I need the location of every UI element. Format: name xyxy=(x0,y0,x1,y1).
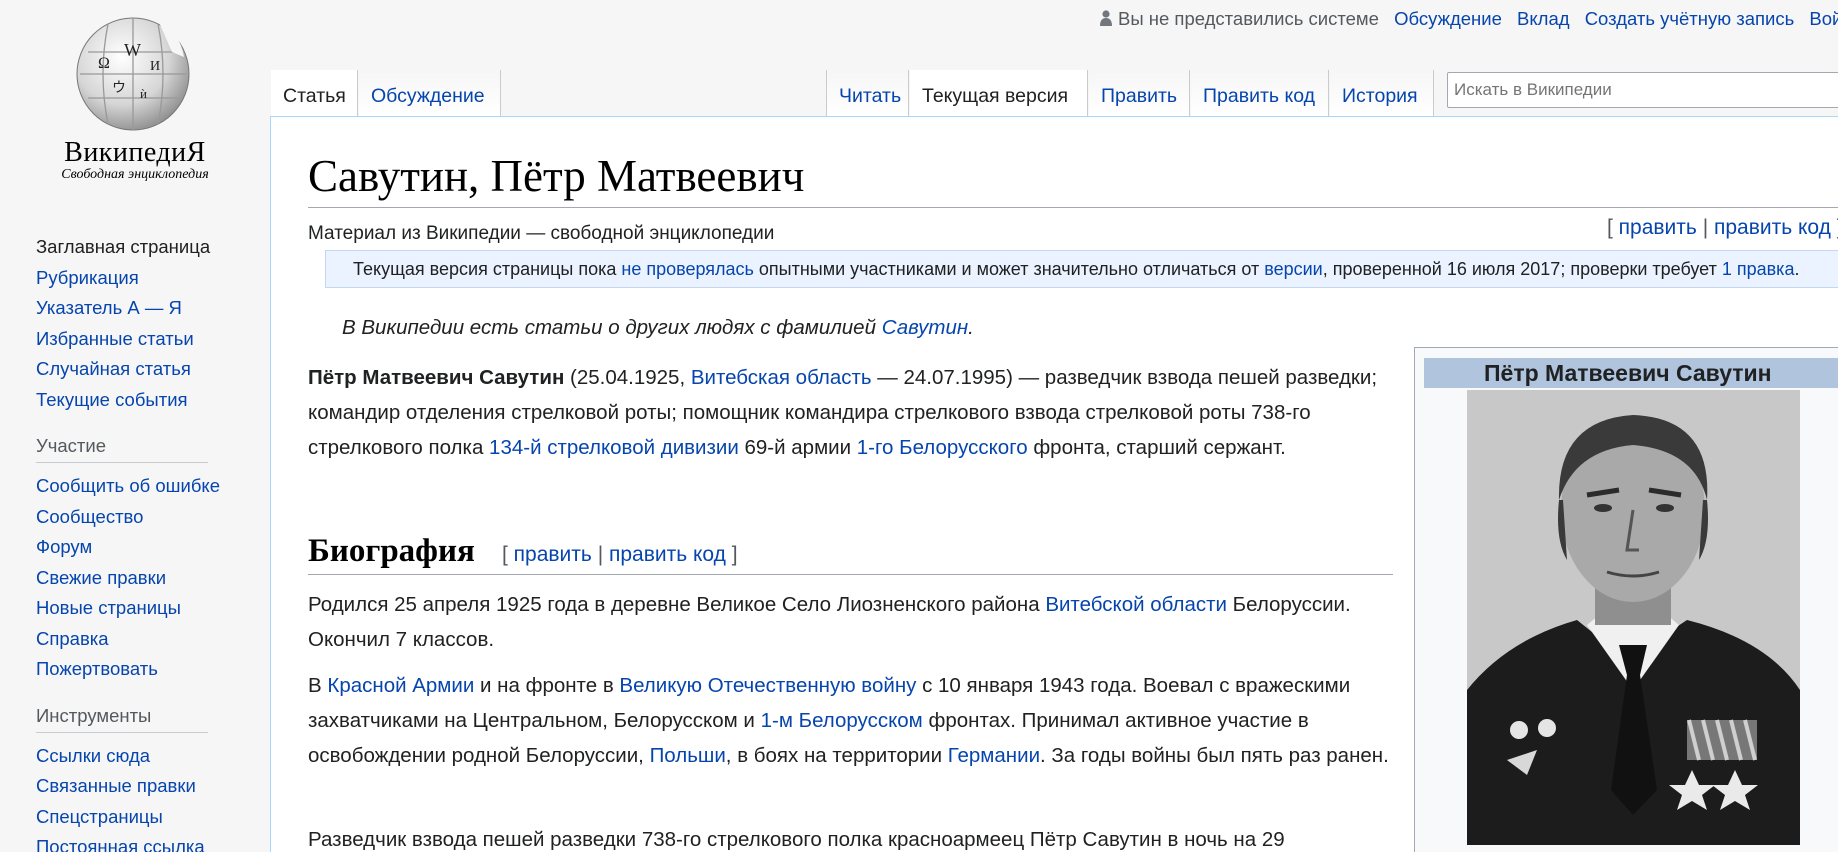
svg-text:И: И xyxy=(150,59,160,74)
wikipedia-tagline: Свободная энциклопедия xyxy=(61,167,209,182)
p2-text-5: , в боях на территории xyxy=(725,744,948,767)
bracket-close: ] xyxy=(1831,216,1838,239)
p2-text-1: В xyxy=(308,674,328,697)
bracket-open: [ xyxy=(1607,216,1619,239)
section-edit-link[interactable]: править xyxy=(514,543,592,566)
flagged-text-4: . xyxy=(1794,259,1800,279)
svg-text:ウ: ウ xyxy=(112,80,126,96)
personal-contributions-link[interactable]: Вклад xyxy=(1517,8,1570,29)
section-divider xyxy=(308,574,1393,575)
hatnote-text: В Википедии есть статьи о других людях с… xyxy=(342,316,882,339)
reviewed-version-link[interactable]: версии xyxy=(1264,259,1323,279)
poland-link[interactable]: Польши xyxy=(650,744,726,767)
page-edit-links: [ править | править код ] xyxy=(1607,216,1838,240)
personal-tools: Вы не представились системе Обсуждение В… xyxy=(1100,8,1838,30)
section-edit-links: [ править | править код ] xyxy=(502,543,738,567)
tab-current-version[interactable]: Текущая версия xyxy=(910,70,1088,116)
lead-paragraph: Пётр Матвеевич Савутин (25.04.1925, Вите… xyxy=(308,360,1398,465)
infobox-portrait-photo[interactable] xyxy=(1467,390,1800,845)
sidebar-item-recent-changes[interactable]: Свежие правки xyxy=(36,563,266,594)
bracket-open: [ xyxy=(502,543,514,566)
sidebar-item-forum[interactable]: Форум xyxy=(36,532,266,563)
hatnote-surname-link[interactable]: Савутин xyxy=(882,316,968,339)
sidebar-item-new-pages[interactable]: Новые страницы xyxy=(36,593,266,624)
separator: | xyxy=(591,543,609,566)
sidebar-item-random[interactable]: Случайная статья xyxy=(36,354,266,385)
wikipedia-globe-icon: Ω W И ウ ѝ xyxy=(76,17,190,131)
sidebar-item-community[interactable]: Сообщество xyxy=(36,502,266,533)
sidebar-item-report-error[interactable]: Сообщить об ошибке xyxy=(36,471,266,502)
wikipedia-logo[interactable]: Ω W И ウ ѝ ВикипедиЯ Свободная энциклопед… xyxy=(0,0,270,190)
tab-read[interactable]: Читать xyxy=(826,70,909,116)
tab-edit-source[interactable]: Править код xyxy=(1191,70,1329,116)
tab-edit[interactable]: Править xyxy=(1089,70,1190,116)
flagged-text-1: Текущая версия страницы пока xyxy=(353,259,622,279)
personal-talk-link[interactable]: Обсуждение xyxy=(1394,8,1502,29)
site-subtitle: Материал из Википедии — свободной энцикл… xyxy=(308,223,775,244)
lead-text-1: (25.04.1925, xyxy=(564,366,691,389)
tab-history[interactable]: История xyxy=(1330,70,1434,116)
sidebar-item-help[interactable]: Справка xyxy=(36,624,266,655)
section-edit-source-link[interactable]: править код xyxy=(609,543,726,566)
sidebar-item-special-pages[interactable]: Спецстраницы xyxy=(36,802,266,833)
subject-name: Пётр Матвеевич Савутин xyxy=(308,366,565,389)
user-icon xyxy=(1100,10,1112,26)
sidebar-heading-participation: Участие xyxy=(36,429,208,463)
page-edit-source-link[interactable]: править код xyxy=(1714,216,1831,239)
sidebar-item-categories[interactable]: Рубрикация xyxy=(36,263,266,294)
vitebsk-region-link[interactable]: Витебская область xyxy=(691,366,872,389)
p1-text-1: Родился 25 апреля 1925 года в деревне Ве… xyxy=(308,593,1046,616)
heading-divider xyxy=(308,207,1838,208)
sidebar-item-index[interactable]: Указатель А — Я xyxy=(36,293,266,324)
germany-link[interactable]: Германии xyxy=(948,744,1040,767)
sidebar-item-main-page[interactable]: Заглавная страница xyxy=(36,232,266,263)
sidebar-heading-tools: Инструменты xyxy=(36,699,208,733)
flagged-text-3: , проверенной 16 июля 2017; проверки тре… xyxy=(1322,259,1722,279)
hatnote: В Википедии есть статьи о других людях с… xyxy=(342,316,974,340)
wikipedia-wordmark: ВикипедиЯ xyxy=(64,137,206,168)
page-title: Савутин, Пётр Матвеевич xyxy=(308,151,805,201)
vitebsk-oblast-link[interactable]: Витебской области xyxy=(1045,593,1227,616)
belorussian-front-link[interactable]: 1-го Белорусского xyxy=(857,436,1028,459)
create-account-link[interactable]: Создать учётную запись xyxy=(1585,8,1795,29)
bracket-close: ] xyxy=(725,543,738,566)
not-reviewed-link[interactable]: не проверялась xyxy=(621,259,754,279)
flagged-revision-notice: Текущая версия страницы пока не проверял… xyxy=(325,250,1838,288)
biography-paragraph-3: Разведчик взвода пешей разведки 738-го с… xyxy=(308,828,1285,851)
hatnote-end: . xyxy=(968,316,974,339)
lead-text-3: 69-й армии xyxy=(738,436,857,459)
great-patriotic-war-link[interactable]: Великую Отечественную войну xyxy=(619,674,916,697)
sidebar-item-featured[interactable]: Избранные статьи xyxy=(36,324,266,355)
p2-text-6: . За годы войны был пять раз ранен. xyxy=(1040,744,1389,767)
tab-talk[interactable]: Обсуждение xyxy=(359,70,501,116)
biography-paragraph-1: Родился 25 апреля 1925 года в деревне Ве… xyxy=(308,587,1398,657)
page-edit-link[interactable]: править xyxy=(1619,216,1697,239)
sidebar-item-related-changes[interactable]: Связанные правки xyxy=(36,771,266,802)
first-belorussian-front-link[interactable]: 1-м Белорусском xyxy=(761,709,923,732)
search-input[interactable] xyxy=(1447,72,1838,108)
svg-text:W: W xyxy=(124,40,141,60)
p2-text-2: и на фронте в xyxy=(474,674,620,697)
division-134-link[interactable]: 134-й стрелковой дивизии xyxy=(489,436,739,459)
lead-text-4: фронта, старший сержант. xyxy=(1027,436,1286,459)
infobox-title: Пётр Матвеевич Савутин xyxy=(1424,358,1838,388)
sidebar-item-current-events[interactable]: Текущие события xyxy=(36,385,266,416)
sidebar-navigation: Заглавная страница Рубрикация Указатель … xyxy=(36,232,266,852)
red-army-link[interactable]: Красной Армии xyxy=(327,674,474,697)
login-link[interactable]: Войти xyxy=(1809,8,1838,29)
section-heading-biography: Биография xyxy=(308,533,475,569)
svg-text:ѝ: ѝ xyxy=(140,86,147,101)
sidebar-item-permanent-link[interactable]: Постоянная ссылка xyxy=(36,832,266,852)
sidebar-item-what-links-here[interactable]: Ссылки сюда xyxy=(36,741,266,772)
svg-text:Ω: Ω xyxy=(98,55,110,72)
biography-paragraph-2: В Красной Армии и на фронте в Великую От… xyxy=(308,668,1398,773)
flagged-text-2: опытными участниками и может значительно… xyxy=(753,259,1265,279)
separator: | xyxy=(1696,216,1714,239)
tab-article[interactable]: Статья xyxy=(271,70,358,116)
pending-changes-link[interactable]: 1 правка xyxy=(1722,259,1795,279)
sidebar-item-donate[interactable]: Пожертвовать xyxy=(36,654,266,685)
anon-notice-text: Вы не представились системе xyxy=(1118,8,1379,29)
anon-notice: Вы не представились системе xyxy=(1100,8,1384,29)
